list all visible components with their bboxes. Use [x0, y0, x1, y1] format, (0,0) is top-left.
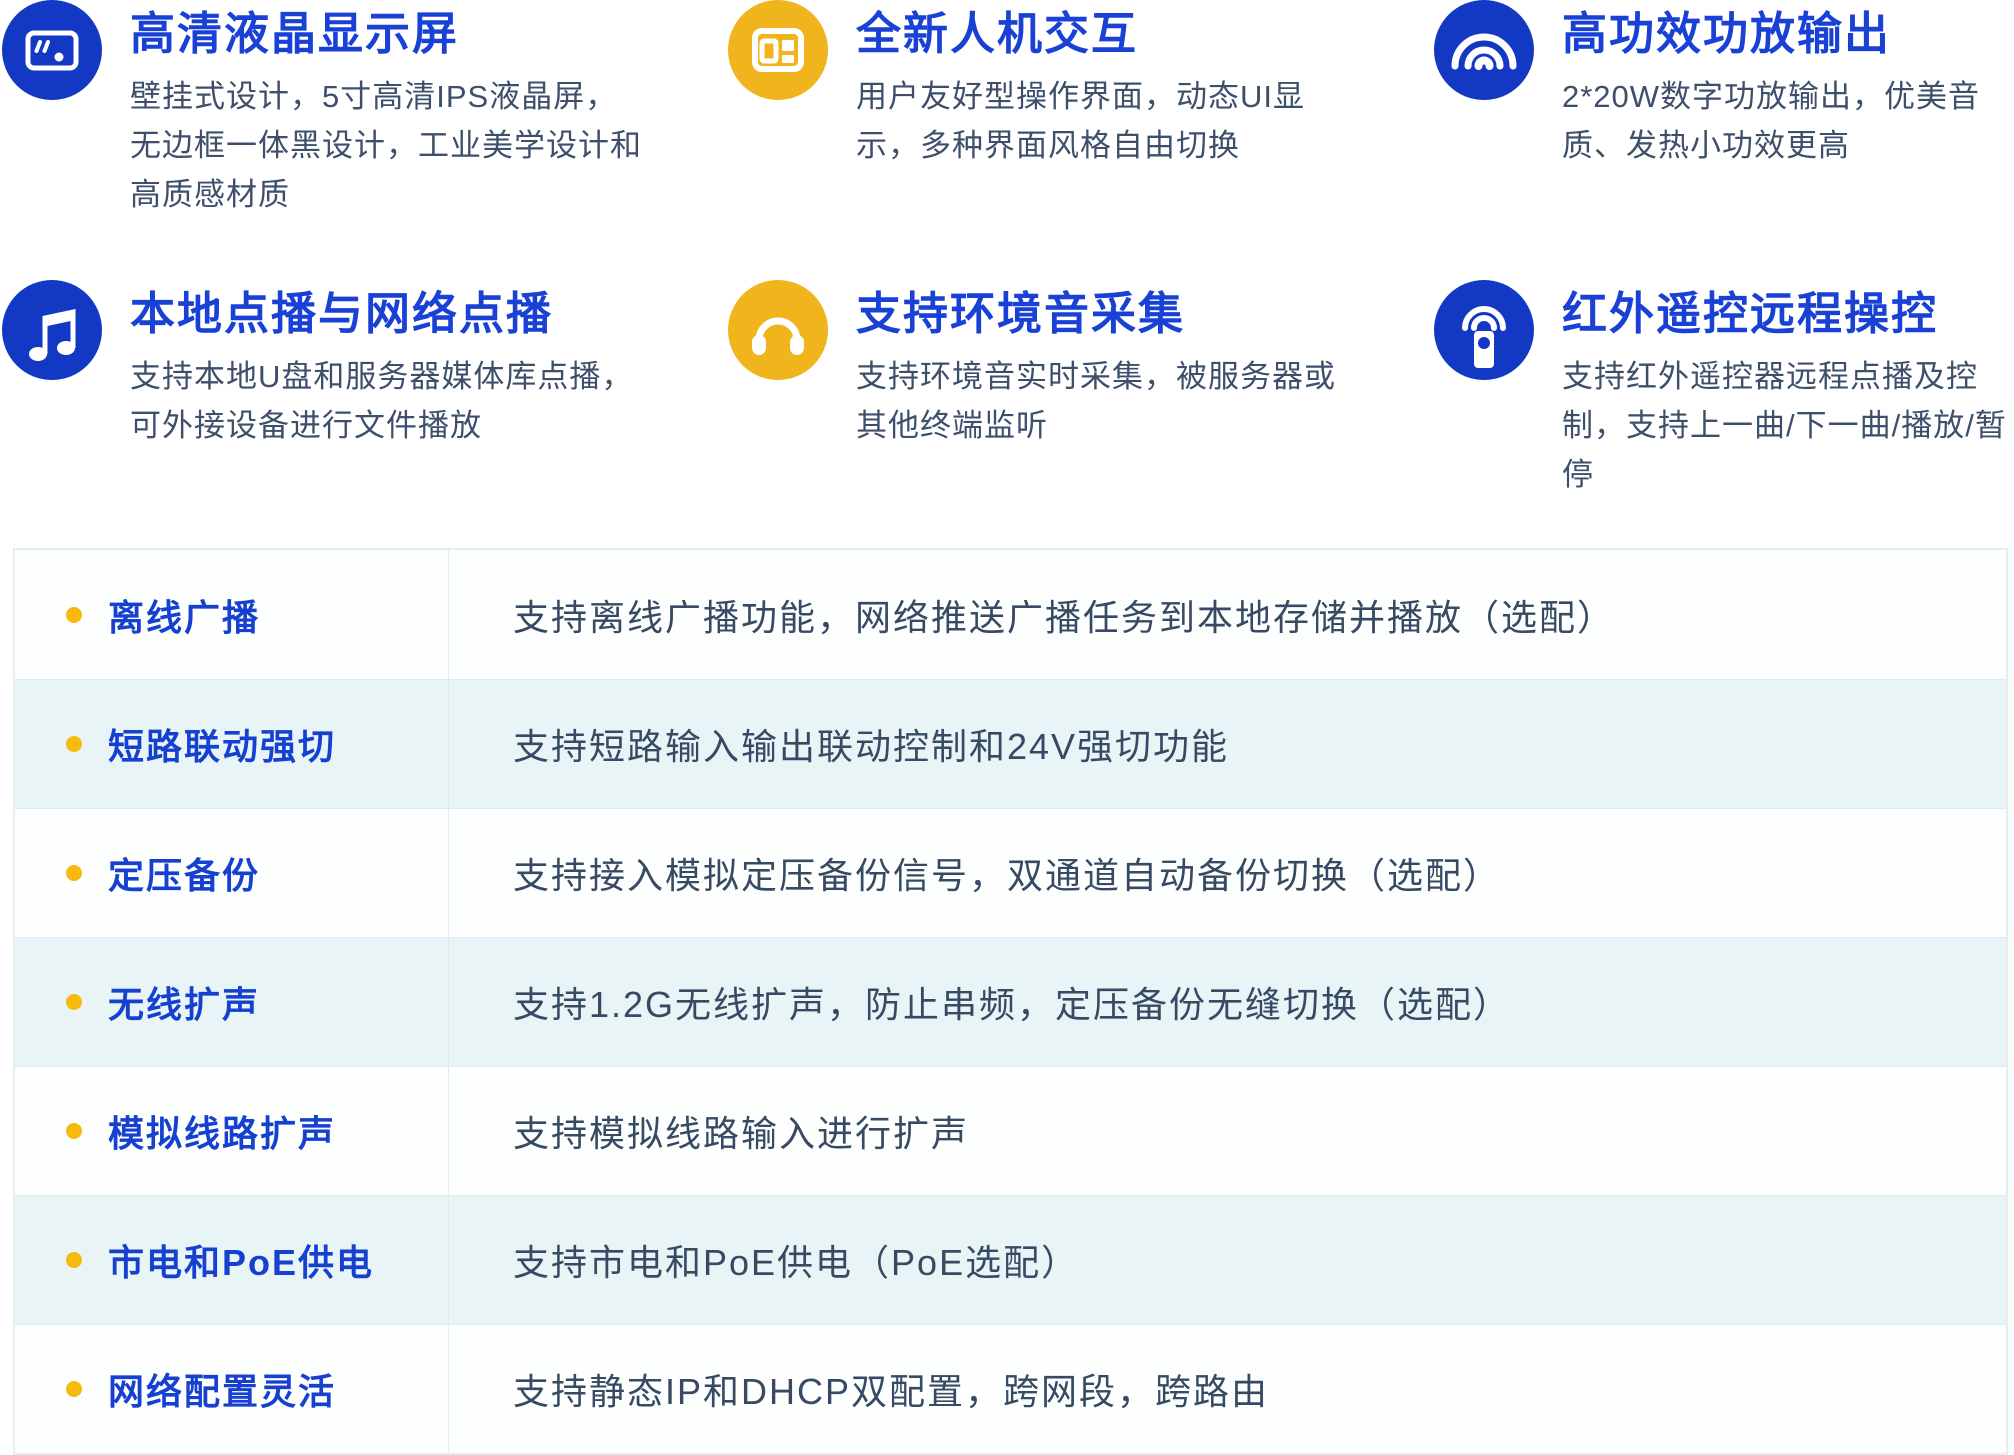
row-desc: 支持离线广播功能，网络推送广播任务到本地存储并播放（选配）: [513, 589, 1615, 641]
feature-card-ambient-audio: 支持环境音采集 支持环境音实时采集，被服务器或其他终端监听: [728, 280, 1336, 450]
feature-title: 高功效功放输出: [1562, 6, 2014, 62]
feature-title: 支持环境音采集: [856, 286, 1336, 342]
table-row: 网络配置灵活 支持静态IP和DHCP双配置，跨网段，跨路由: [15, 1324, 2006, 1453]
row-desc: 支持1.2G无线扩声，防止串频，定压备份无缝切换（选配）: [513, 976, 1511, 1028]
table-cell-label: 模拟线路扩声: [15, 1067, 448, 1195]
bullet-icon: [66, 1381, 82, 1397]
screen-icon: [2, 0, 102, 100]
row-label: 定压备份: [108, 847, 260, 899]
row-desc: 支持模拟线路输入进行扩声: [513, 1105, 969, 1157]
table-cell-desc: 支持离线广播功能，网络推送广播任务到本地存储并播放（选配）: [448, 550, 2006, 679]
feature-desc: 2*20W数字功放输出，优美音质、发热小功效更高: [1562, 72, 2014, 170]
table-cell-label: 短路联动强切: [15, 680, 448, 808]
row-desc: 支持市电和PoE供电（PoE选配）: [513, 1234, 1079, 1286]
bullet-icon: [66, 607, 82, 623]
row-label: 市电和PoE供电: [108, 1234, 374, 1286]
remote-icon: [1434, 280, 1534, 380]
table-cell-label: 离线广播: [15, 550, 448, 679]
table-cell-desc: 支持1.2G无线扩声，防止串频，定压备份无缝切换（选配）: [448, 938, 2006, 1066]
table-row: 短路联动强切 支持短路输入输出联动控制和24V强切功能: [15, 679, 2006, 808]
row-label: 网络配置灵活: [108, 1363, 336, 1415]
bullet-icon: [66, 736, 82, 752]
table-cell-desc: 支持模拟线路输入进行扩声: [448, 1067, 2006, 1195]
row-label: 离线广播: [108, 589, 260, 641]
ui-card-icon: [728, 0, 828, 100]
row-label: 短路联动强切: [108, 718, 336, 770]
music-note-icon: [2, 280, 102, 380]
table-row: 定压备份 支持接入模拟定压备份信号，双通道自动备份切换（选配）: [15, 808, 2006, 937]
feature-desc: 用户友好型操作界面，动态UI显示，多种界面风格自由切换: [856, 72, 1361, 170]
table-cell-desc: 支持接入模拟定压备份信号，双通道自动备份切换（选配）: [448, 809, 2006, 937]
feature-title: 红外遥控远程操控: [1562, 286, 2014, 342]
row-label: 模拟线路扩声: [108, 1105, 336, 1157]
feature-card-ui: 全新人机交互 用户友好型操作界面，动态UI显示，多种界面风格自由切换: [728, 0, 1361, 170]
table-row: 离线广播 支持离线广播功能，网络推送广播任务到本地存储并播放（选配）: [15, 550, 2006, 679]
row-label: 无线扩声: [108, 976, 260, 1028]
table-cell-label: 网络配置灵活: [15, 1325, 448, 1453]
table-cell-label: 定压备份: [15, 809, 448, 937]
amp-waves-icon: [1434, 0, 1534, 100]
bullet-icon: [66, 1123, 82, 1139]
table-row: 模拟线路扩声 支持模拟线路输入进行扩声: [15, 1066, 2006, 1195]
bullet-icon: [66, 1252, 82, 1268]
feature-card-display: 高清液晶显示屏 壁挂式设计，5寸高清IPS液晶屏，无边框一体黑设计，工业美学设计…: [2, 0, 645, 219]
row-desc: 支持接入模拟定压备份信号，双通道自动备份切换（选配）: [513, 847, 1501, 899]
row-desc: 支持短路输入输出联动控制和24V强切功能: [513, 718, 1229, 770]
table-cell-desc: 支持短路输入输出联动控制和24V强切功能: [448, 680, 2006, 808]
feature-table: 离线广播 支持离线广播功能，网络推送广播任务到本地存储并播放（选配） 短路联动强…: [13, 548, 2008, 1455]
table-row: 无线扩声 支持1.2G无线扩声，防止串频，定压备份无缝切换（选配）: [15, 937, 2006, 1066]
table-row: 市电和PoE供电 支持市电和PoE供电（PoE选配）: [15, 1195, 2006, 1324]
feature-card-playback: 本地点播与网络点播 支持本地U盘和服务器媒体库点播，可外接设备进行文件播放: [2, 280, 635, 450]
table-cell-label: 市电和PoE供电: [15, 1196, 448, 1324]
bullet-icon: [66, 994, 82, 1010]
table-cell-desc: 支持静态IP和DHCP双配置，跨网段，跨路由: [448, 1325, 2006, 1453]
table-cell-desc: 支持市电和PoE供电（PoE选配）: [448, 1196, 2006, 1324]
feature-title: 高清液晶显示屏: [130, 6, 645, 62]
row-desc: 支持静态IP和DHCP双配置，跨网段，跨路由: [513, 1363, 1269, 1415]
bullet-icon: [66, 865, 82, 881]
headphones-icon: [728, 280, 828, 380]
feature-desc: 支持环境音实时采集，被服务器或其他终端监听: [856, 352, 1336, 450]
feature-title: 全新人机交互: [856, 6, 1361, 62]
feature-card-amplifier: 高功效功放输出 2*20W数字功放输出，优美音质、发热小功效更高: [1434, 0, 2014, 170]
table-cell-label: 无线扩声: [15, 938, 448, 1066]
feature-desc: 支持红外遥控器远程点播及控制，支持上一曲/下一曲/播放/暂停: [1562, 352, 2014, 499]
feature-card-remote: 红外遥控远程操控 支持红外遥控器远程点播及控制，支持上一曲/下一曲/播放/暂停: [1434, 280, 2014, 499]
feature-title: 本地点播与网络点播: [130, 286, 635, 342]
feature-desc: 支持本地U盘和服务器媒体库点播，可外接设备进行文件播放: [130, 352, 635, 450]
feature-desc: 壁挂式设计，5寸高清IPS液晶屏，无边框一体黑设计，工业美学设计和高质感材质: [130, 72, 645, 219]
